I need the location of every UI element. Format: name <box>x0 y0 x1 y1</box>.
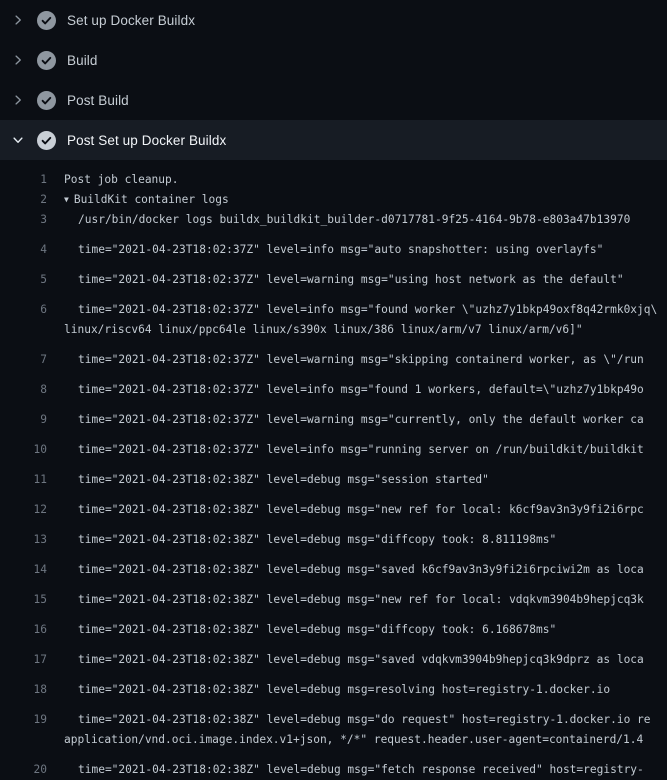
log-line: 20 time="2021-04-23T18:02:38Z" level=deb… <box>0 750 667 780</box>
log-line-number[interactable]: 18 <box>0 680 47 700</box>
log-line-text: time="2021-04-23T18:02:38Z" level=debug … <box>47 710 651 730</box>
log-line: 7 time="2021-04-23T18:02:37Z" level=warn… <box>0 340 667 370</box>
log-line-text: time="2021-04-23T18:02:38Z" level=debug … <box>47 590 644 610</box>
chevron-right-icon <box>12 54 24 66</box>
check-circle-icon <box>37 11 56 30</box>
log-line-text: time="2021-04-23T18:02:38Z" level=debug … <box>47 500 644 520</box>
log-line-number <box>0 730 47 750</box>
log-line-text: linux/riscv64 linux/ppc64le linux/s390x … <box>47 320 583 340</box>
step-header-3[interactable]: Post Build <box>0 80 667 120</box>
log-line-text: application/vnd.oci.image.index.v1+json,… <box>47 730 643 750</box>
log-line-number[interactable]: 17 <box>0 650 47 670</box>
chevron-right-icon <box>12 14 24 26</box>
log-line: 10 time="2021-04-23T18:02:37Z" level=inf… <box>0 430 667 460</box>
log-command-text: /usr/bin/docker logs buildx_buildkit_bui… <box>47 210 630 230</box>
log-line-text: time="2021-04-23T18:02:37Z" level=info m… <box>47 300 657 320</box>
log-line-number[interactable]: 3 <box>0 210 47 230</box>
chevron-right-icon <box>12 94 24 106</box>
log-line-number[interactable]: 20 <box>0 760 47 780</box>
check-circle-icon <box>37 91 56 110</box>
log-line: application/vnd.oci.image.index.v1+json,… <box>0 730 667 750</box>
log-line: 15 time="2021-04-23T18:02:38Z" level=deb… <box>0 580 667 610</box>
log-line-text: time="2021-04-23T18:02:37Z" level=warnin… <box>47 410 644 430</box>
log-line: 16 time="2021-04-23T18:02:38Z" level=deb… <box>0 610 667 640</box>
log-line-text: time="2021-04-23T18:02:38Z" level=debug … <box>47 560 644 580</box>
log-line-number[interactable]: 1 <box>0 170 47 190</box>
log-line-text: time="2021-04-23T18:02:38Z" level=debug … <box>47 650 644 670</box>
log-line: 4 time="2021-04-23T18:02:37Z" level=info… <box>0 230 667 260</box>
log-line: 19 time="2021-04-23T18:02:38Z" level=deb… <box>0 700 667 730</box>
step-title: Post Build <box>67 93 129 108</box>
log-line: linux/riscv64 linux/ppc64le linux/s390x … <box>0 320 667 340</box>
log-line-number[interactable]: 9 <box>0 410 47 430</box>
step-title: Post Set up Docker Buildx <box>67 133 226 148</box>
log-line-text: time="2021-04-23T18:02:37Z" level=info m… <box>47 240 603 260</box>
log-line-number[interactable]: 8 <box>0 380 47 400</box>
log-line: 11 time="2021-04-23T18:02:38Z" level=deb… <box>0 460 667 490</box>
log-line-number <box>0 320 47 340</box>
log-group-toggle[interactable]: ▼ BuildKit container logs <box>47 190 229 210</box>
log-line: 8 time="2021-04-23T18:02:37Z" level=info… <box>0 370 667 400</box>
log-line-text: time="2021-04-23T18:02:38Z" level=debug … <box>47 760 644 780</box>
log-line-number[interactable]: 7 <box>0 350 47 370</box>
log-viewer: 1 Post job cleanup. 2 ▼ BuildKit containe… <box>0 160 667 780</box>
log-line-number[interactable]: 13 <box>0 530 47 550</box>
log-line-number[interactable]: 14 <box>0 560 47 580</box>
log-line-number[interactable]: 5 <box>0 270 47 290</box>
log-line-text: time="2021-04-23T18:02:37Z" level=info m… <box>47 440 644 460</box>
log-line: 6 time="2021-04-23T18:02:37Z" level=info… <box>0 290 667 320</box>
log-line-text: time="2021-04-23T18:02:38Z" level=debug … <box>47 680 610 700</box>
step-header-4[interactable]: Post Set up Docker Buildx <box>0 120 667 160</box>
log-line: 1 Post job cleanup. <box>0 170 667 190</box>
log-line: 3 /usr/bin/docker logs buildx_buildkit_b… <box>0 210 667 230</box>
log-line-number[interactable]: 12 <box>0 500 47 520</box>
log-line-number[interactable]: 16 <box>0 620 47 640</box>
log-line-number[interactable]: 11 <box>0 470 47 490</box>
log-line-text: time="2021-04-23T18:02:38Z" level=debug … <box>47 470 489 490</box>
log-line-text: time="2021-04-23T18:02:38Z" level=debug … <box>47 530 556 550</box>
step-header-1[interactable]: Set up Docker Buildx <box>0 0 667 40</box>
log-line-text: time="2021-04-23T18:02:38Z" level=debug … <box>47 620 556 640</box>
log-line: 9 time="2021-04-23T18:02:37Z" level=warn… <box>0 400 667 430</box>
log-line-number[interactable]: 10 <box>0 440 47 460</box>
chevron-down-icon <box>12 134 24 146</box>
log-line-number[interactable]: 4 <box>0 240 47 260</box>
triangle-down-icon: ▼ <box>64 190 69 210</box>
log-group-label[interactable]: BuildKit container logs <box>74 193 229 206</box>
log-line: 13 time="2021-04-23T18:02:38Z" level=deb… <box>0 520 667 550</box>
log-line: 5 time="2021-04-23T18:02:37Z" level=warn… <box>0 260 667 290</box>
log-line: 17 time="2021-04-23T18:02:38Z" level=deb… <box>0 640 667 670</box>
step-header-2[interactable]: Build <box>0 40 667 80</box>
log-line-text: time="2021-04-23T18:02:37Z" level=info m… <box>47 380 644 400</box>
log-line-number[interactable]: 2 <box>0 190 47 210</box>
log-line-number[interactable]: 19 <box>0 710 47 730</box>
log-line-number[interactable]: 6 <box>0 300 47 320</box>
log-line-text: Post job cleanup. <box>47 170 179 190</box>
log-line-number[interactable]: 15 <box>0 590 47 610</box>
steps-list: Set up Docker Buildx Build Post Buil <box>0 0 667 160</box>
check-circle-icon <box>37 131 56 150</box>
step-title: Build <box>67 53 98 68</box>
log-line: 2 ▼ BuildKit container logs <box>0 190 667 210</box>
log-line: 12 time="2021-04-23T18:02:38Z" level=deb… <box>0 490 667 520</box>
log-line-text: time="2021-04-23T18:02:37Z" level=warnin… <box>47 350 644 370</box>
log-line: 14 time="2021-04-23T18:02:38Z" level=deb… <box>0 550 667 580</box>
log-line-text: time="2021-04-23T18:02:37Z" level=warnin… <box>47 270 624 290</box>
step-title: Set up Docker Buildx <box>67 13 195 28</box>
log-line: 18 time="2021-04-23T18:02:38Z" level=deb… <box>0 670 667 700</box>
check-circle-icon <box>37 51 56 70</box>
